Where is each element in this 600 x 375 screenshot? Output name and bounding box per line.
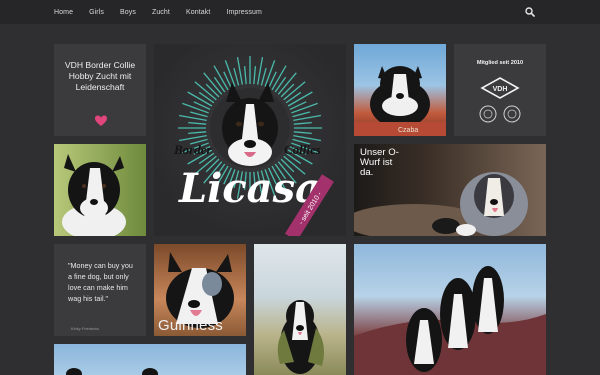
bottom-dogs-photo[interactable] bbox=[54, 344, 246, 375]
beach-dog-photo[interactable] bbox=[254, 244, 346, 375]
vdh-member-tile[interactable]: Mitglied seit 2010 VDH bbox=[454, 44, 546, 136]
dog-portrait-photo[interactable] bbox=[54, 144, 146, 236]
puppy-image bbox=[354, 66, 446, 136]
o-wurf-headline: Unser O-Wurf ist da. bbox=[360, 147, 399, 178]
quote-author: Kinky Friedman bbox=[71, 326, 99, 331]
logo-name-licasa: Licasa bbox=[178, 165, 321, 212]
three-dogs-photo[interactable] bbox=[354, 244, 546, 375]
puppy-photo[interactable]: Czaba bbox=[354, 44, 446, 136]
quote-text: "Money can buy you a fine dog, but only … bbox=[68, 261, 133, 303]
nav-item-home[interactable]: Home bbox=[54, 9, 73, 16]
beach-dog-image bbox=[277, 300, 324, 374]
three-dogs-image bbox=[354, 266, 546, 375]
logo-word-border: Border bbox=[173, 142, 213, 157]
dog-portrait-image bbox=[62, 154, 126, 236]
licasa-logo-tile[interactable]: Border Collies Licasa - seit 2010 - bbox=[154, 44, 346, 236]
vdh-badge-text: VDH bbox=[493, 86, 508, 93]
nav-item-impressum[interactable]: Impressum bbox=[226, 9, 262, 16]
nav-item-boys[interactable]: Boys bbox=[120, 9, 136, 16]
tagline-text: VDH Border Collie Hobby Zucht mit Leiden… bbox=[64, 60, 136, 92]
guinness-caption: Guinness bbox=[158, 317, 223, 334]
member-since-text: Mitglied seit 2010 bbox=[476, 60, 524, 66]
tagline-tile: VDH Border Collie Hobby Zucht mit Leiden… bbox=[54, 44, 146, 136]
o-wurf-photo[interactable]: Unser O-Wurf ist da. bbox=[354, 144, 546, 236]
guinness-photo[interactable]: Guinness bbox=[154, 244, 246, 336]
bottom-dogs-image bbox=[66, 368, 158, 375]
logo-word-collies: Collies bbox=[284, 142, 321, 157]
quote-tile: "Money can buy you a fine dog, but only … bbox=[54, 244, 146, 336]
licasa-logo: Border Collies Licasa - seit 2010 - bbox=[154, 44, 346, 236]
dog-name-plate: Czaba bbox=[398, 127, 419, 134]
search-icon[interactable] bbox=[525, 7, 535, 17]
nav-item-kontakt[interactable]: Kontakt bbox=[186, 9, 210, 16]
nav-item-girls[interactable]: Girls bbox=[89, 9, 104, 16]
top-nav: Home Girls Boys Zucht Kontakt Impressum bbox=[0, 0, 600, 24]
nav-item-zucht[interactable]: Zucht bbox=[152, 9, 170, 16]
heart-icon bbox=[95, 115, 107, 126]
nav-menu: Home Girls Boys Zucht Kontakt Impressum bbox=[54, 0, 278, 24]
vdh-badge-icon: VDH bbox=[479, 77, 521, 123]
